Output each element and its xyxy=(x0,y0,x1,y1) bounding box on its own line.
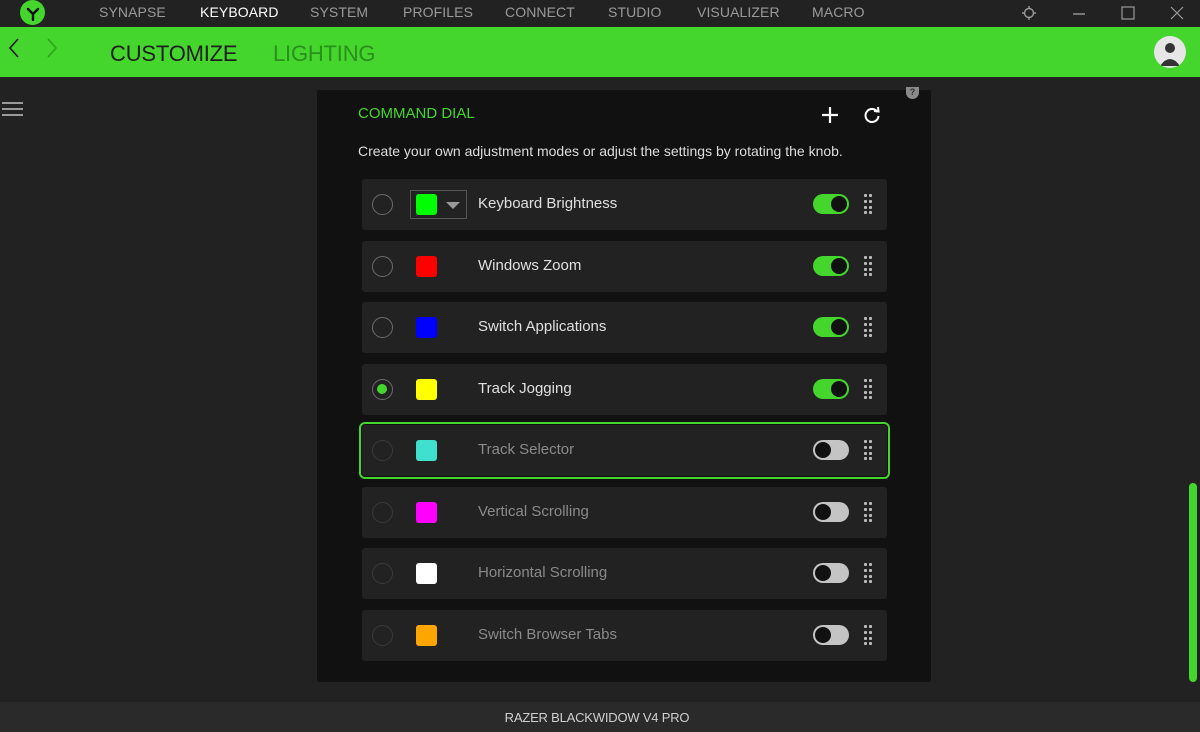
mode-select-radio[interactable] xyxy=(372,379,393,400)
mode-enable-toggle[interactable] xyxy=(813,256,849,276)
mode-select-radio[interactable] xyxy=(372,563,393,584)
drag-handle-icon[interactable] xyxy=(864,563,872,583)
color-swatch[interactable] xyxy=(416,625,437,646)
device-footer: RAZER BLACKWIDOW V4 PRO xyxy=(0,702,1200,732)
drag-handle-icon[interactable] xyxy=(864,440,872,460)
nav-system[interactable]: SYSTEM xyxy=(310,4,368,20)
minimize-icon[interactable] xyxy=(1067,2,1091,24)
razer-logo-icon[interactable] xyxy=(20,0,45,25)
mode-label: Switch Browser Tabs xyxy=(478,626,617,643)
mode-row-switch-browser-tabs[interactable]: Switch Browser Tabs xyxy=(362,610,887,661)
color-swatch xyxy=(416,194,437,215)
drag-handle-icon[interactable] xyxy=(864,256,872,276)
mode-label: Track Selector xyxy=(478,441,575,458)
mode-label: Switch Applications xyxy=(478,318,607,335)
nav-macro[interactable]: MACRO xyxy=(812,4,865,20)
user-avatar-icon[interactable] xyxy=(1154,36,1186,68)
mode-select-radio[interactable] xyxy=(372,317,393,338)
mode-label: Windows Zoom xyxy=(478,257,582,274)
nav-visualizer[interactable]: VISUALIZER xyxy=(697,4,780,20)
color-swatch[interactable] xyxy=(416,317,437,338)
maximize-icon[interactable] xyxy=(1116,2,1140,24)
mode-enable-toggle[interactable] xyxy=(813,379,849,399)
mode-select-radio[interactable] xyxy=(372,256,393,277)
mode-enable-toggle[interactable] xyxy=(813,194,849,214)
add-mode-button[interactable] xyxy=(819,104,841,126)
drag-handle-icon[interactable] xyxy=(864,625,872,645)
mode-enable-toggle[interactable] xyxy=(813,625,849,645)
command-dial-panel: COMMAND DIAL Create your own adjustment … xyxy=(317,90,931,682)
settings-gear-icon[interactable] xyxy=(1017,2,1041,24)
nav-synapse[interactable]: SYNAPSE xyxy=(99,4,166,20)
color-swatch[interactable] xyxy=(416,256,437,277)
plus-icon xyxy=(822,107,838,123)
mode-row-horizontal-scrolling[interactable]: Horizontal Scrolling xyxy=(362,548,887,599)
chevron-down-icon xyxy=(446,202,460,209)
tab-lighting[interactable]: LIGHTING xyxy=(273,41,376,67)
mode-label: Vertical Scrolling xyxy=(478,503,589,520)
mode-label: Keyboard Brightness xyxy=(478,195,618,212)
mode-select-radio[interactable] xyxy=(372,440,393,461)
mode-enable-toggle[interactable] xyxy=(813,440,849,460)
sub-navigation-bar: CUSTOMIZE LIGHTING xyxy=(0,27,1200,77)
drag-handle-icon[interactable] xyxy=(864,317,872,337)
color-swatch[interactable] xyxy=(416,502,437,523)
back-arrow-icon[interactable] xyxy=(8,37,20,66)
device-name: RAZER BLACKWIDOW V4 PRO xyxy=(504,710,690,725)
mode-row-vertical-scrolling[interactable]: Vertical Scrolling xyxy=(362,487,887,538)
vertical-scrollbar[interactable] xyxy=(1189,483,1197,682)
mode-label: Track Jogging xyxy=(478,380,572,397)
nav-keyboard[interactable]: KEYBOARD xyxy=(200,4,279,20)
mode-enable-toggle[interactable] xyxy=(813,563,849,583)
nav-profiles[interactable]: PROFILES xyxy=(403,4,473,20)
mode-row-track-jogging[interactable]: Track Jogging xyxy=(362,364,887,415)
reset-button[interactable] xyxy=(861,104,883,126)
drag-handle-icon[interactable] xyxy=(864,194,872,214)
panel-title: COMMAND DIAL xyxy=(358,105,475,122)
mode-select-radio[interactable] xyxy=(372,502,393,523)
mode-row-windows-zoom[interactable]: Windows Zoom xyxy=(362,241,887,292)
top-navigation-bar: SYNAPSE KEYBOARD SYSTEM PROFILES CONNECT… xyxy=(0,0,1200,27)
color-dropdown[interactable] xyxy=(410,190,467,219)
main-content: COMMAND DIAL Create your own adjustment … xyxy=(0,77,1200,702)
mode-select-radio[interactable] xyxy=(372,625,393,646)
close-icon[interactable] xyxy=(1165,2,1189,24)
mode-enable-toggle[interactable] xyxy=(813,317,849,337)
nav-connect[interactable]: CONNECT xyxy=(505,4,575,20)
color-swatch[interactable] xyxy=(416,379,437,400)
mode-row-keyboard-brightness[interactable]: Keyboard Brightness xyxy=(362,179,887,230)
forward-arrow-icon[interactable] xyxy=(46,37,58,66)
mode-label: Horizontal Scrolling xyxy=(478,564,608,581)
drag-handle-icon[interactable] xyxy=(864,502,872,522)
panel-description: Create your own adjustment modes or adju… xyxy=(358,143,843,159)
refresh-icon xyxy=(864,106,880,123)
mode-enable-toggle[interactable] xyxy=(813,502,849,522)
tab-customize[interactable]: CUSTOMIZE xyxy=(110,41,238,67)
mode-row-switch-applications[interactable]: Switch Applications xyxy=(362,302,887,353)
mode-select-radio[interactable] xyxy=(372,194,393,215)
hamburger-menu-icon[interactable] xyxy=(2,102,24,118)
color-swatch[interactable] xyxy=(416,563,437,584)
mode-row-track-selector[interactable]: Track Selector xyxy=(359,422,890,479)
nav-studio[interactable]: STUDIO xyxy=(608,4,662,20)
drag-handle-icon[interactable] xyxy=(864,379,872,399)
color-swatch[interactable] xyxy=(416,440,437,461)
